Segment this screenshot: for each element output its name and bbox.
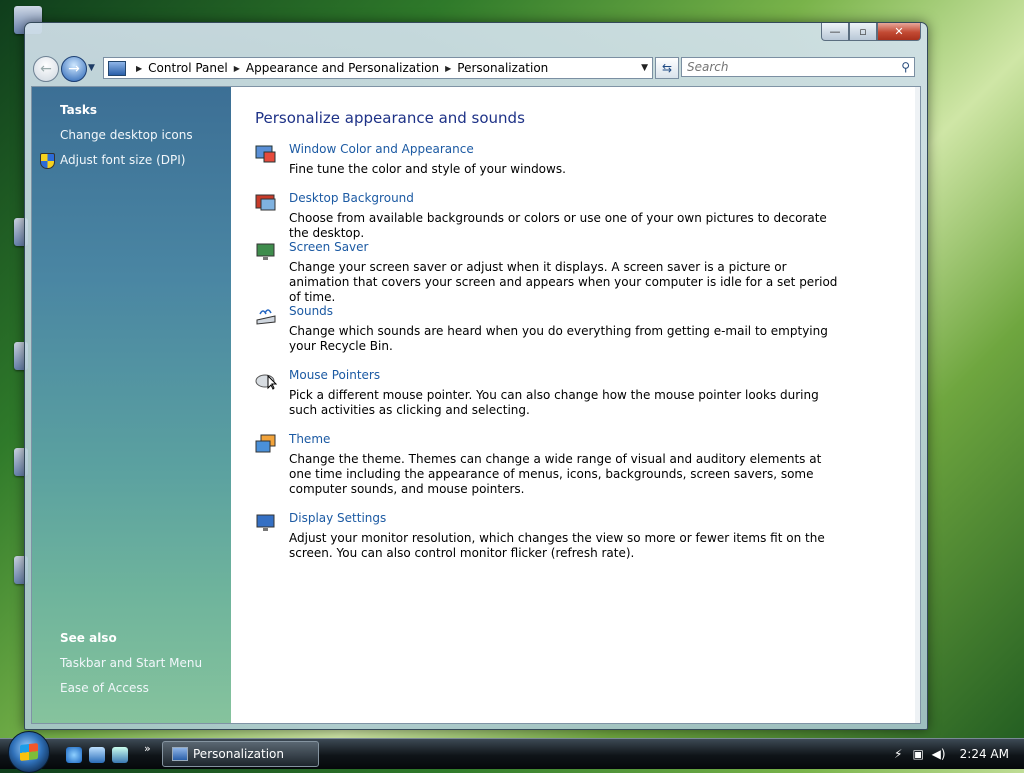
task-adjust-font-size[interactable]: Adjust font size (DPI) (60, 153, 185, 167)
task-pane: Tasks Change desktop icons Adjust font s… (32, 87, 231, 723)
window-color-icon (255, 145, 276, 163)
display-settings-link[interactable]: Display Settings (289, 511, 386, 525)
notification-area: ⚡ ▣ ◀) 2:24 AM (889, 739, 1024, 769)
mouse-pointer-icon (255, 374, 277, 390)
theme-link[interactable]: Theme (289, 432, 330, 446)
display-settings-description: Adjust your monitor resolution, which ch… (289, 531, 825, 560)
minimize-button[interactable]: — (821, 23, 849, 41)
sounds-icon (256, 309, 276, 325)
see-also-heading: See also (60, 631, 117, 645)
taskbar: » Personalization ⚡ ▣ ◀) 2:24 AM (0, 731, 1024, 773)
content-area: Tasks Change desktop icons Adjust font s… (31, 86, 921, 724)
windows-logo-icon (20, 743, 38, 761)
control-panel-icon (108, 60, 126, 76)
search-icon[interactable]: ⚲ (901, 60, 910, 74)
breadcrumb-appearance[interactable]: Appearance and Personalization (246, 61, 439, 75)
caption-buttons: — ▫ ✕ (821, 23, 921, 41)
window-color-link[interactable]: Window Color and Appearance (289, 142, 474, 156)
personalization-window: — ▫ ✕ ← → ▼ ▶ Control Panel ▶ Appearance… (24, 22, 928, 730)
volume-icon[interactable]: ◀) (932, 747, 946, 761)
tasks-heading: Tasks (60, 103, 98, 117)
desktop-background-description: Choose from available backgrounds or col… (289, 211, 827, 240)
navigation-bar: ← → ▼ ▶ Control Panel ▶ Appearance and P… (31, 55, 921, 82)
breadcrumb-separator[interactable]: ▶ (234, 64, 240, 73)
forward-button[interactable]: → (61, 56, 87, 82)
refresh-icon: ⇆ (661, 61, 673, 75)
screen-saver-icon (256, 243, 275, 260)
sounds-description: Change which sounds are heard when you d… (289, 324, 828, 353)
search-box[interactable]: ⚲ (681, 57, 915, 77)
internet-explorer-icon[interactable] (66, 747, 82, 763)
breadcrumb-separator[interactable]: ▶ (445, 64, 451, 73)
window-color-description: Fine tune the color and style of your wi… (289, 162, 566, 176)
uac-shield-icon (40, 153, 55, 169)
maximize-button[interactable]: ▫ (849, 23, 877, 41)
mouse-pointers-description: Pick a different mouse pointer. You can … (289, 388, 819, 417)
task-change-desktop-icons[interactable]: Change desktop icons (60, 128, 193, 142)
search-input[interactable] (682, 58, 887, 76)
back-button[interactable]: ← (33, 56, 59, 82)
close-button[interactable]: ✕ (877, 23, 921, 41)
taskbar-button-personalization[interactable]: Personalization (162, 741, 319, 767)
breadcrumb-control-panel[interactable]: Control Panel (148, 61, 228, 75)
back-arrow-icon: ← (40, 61, 52, 77)
forward-arrow-icon: → (68, 61, 80, 77)
clock[interactable]: 2:24 AM (960, 747, 1009, 761)
breadcrumb-separator[interactable]: ▶ (136, 64, 142, 73)
see-also-ease-of-access[interactable]: Ease of Access (60, 681, 149, 695)
display-settings-icon (256, 514, 275, 531)
screen-saver-description: Change your screen saver or adjust when … (289, 260, 838, 304)
start-button[interactable] (8, 731, 50, 773)
quick-launch-more-icon[interactable]: » (144, 742, 151, 755)
switch-windows-icon[interactable] (112, 747, 128, 763)
network-icon[interactable]: ⚡ (892, 747, 905, 761)
address-dropdown-icon[interactable]: ▼ (641, 63, 648, 73)
refresh-button[interactable]: ⇆ (655, 57, 679, 79)
mouse-pointers-link[interactable]: Mouse Pointers (289, 368, 380, 382)
theme-description: Change the theme. Themes can change a wi… (289, 452, 822, 496)
control-panel-icon (172, 747, 188, 761)
see-also-taskbar-start-menu[interactable]: Taskbar and Start Menu (60, 656, 202, 670)
sounds-link[interactable]: Sounds (289, 304, 333, 318)
theme-icon (255, 434, 276, 453)
show-desktop-icon[interactable] (89, 747, 105, 763)
desktop-background-link[interactable]: Desktop Background (289, 191, 414, 205)
taskbar-button-label: Personalization (193, 747, 284, 761)
recent-pages-dropdown[interactable]: ▼ (88, 63, 95, 73)
breadcrumb-personalization[interactable]: Personalization (457, 61, 548, 75)
screen-saver-link[interactable]: Screen Saver (289, 240, 368, 254)
desktop-background-icon (255, 194, 276, 211)
page-title: Personalize appearance and sounds (255, 109, 525, 127)
address-bar[interactable]: ▶ Control Panel ▶ Appearance and Persona… (103, 57, 653, 79)
monitor-icon[interactable]: ▣ (912, 747, 925, 761)
scrollbar[interactable] (915, 87, 920, 723)
